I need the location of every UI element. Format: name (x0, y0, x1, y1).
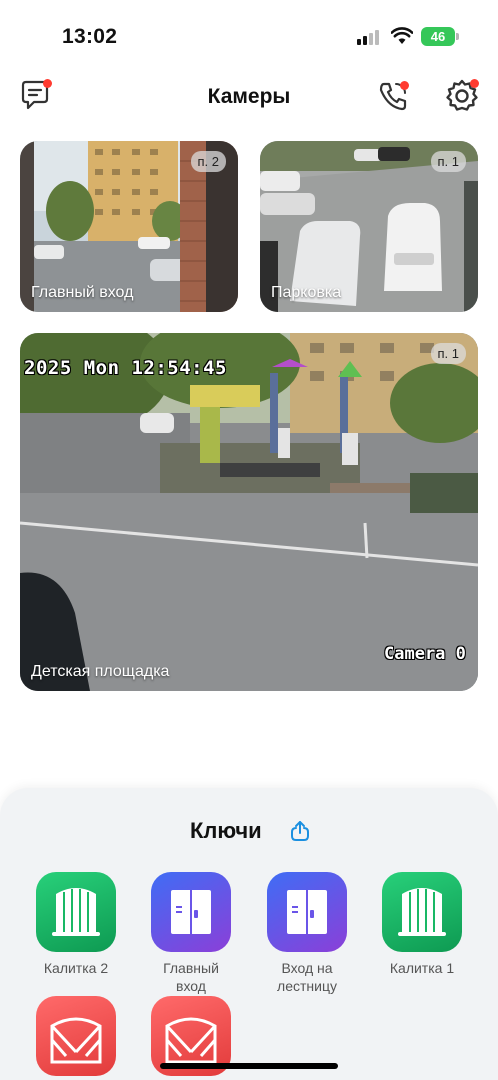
key-label: Вход на лестницу (277, 960, 337, 994)
share-icon[interactable] (289, 820, 311, 842)
keys-title: Ключи (190, 818, 262, 843)
header: Камеры (0, 72, 498, 122)
keys-panel: Ключи Калитка 2 Главный вход Вход на лес… (0, 788, 498, 1080)
status-bar: 13:02 46 (0, 0, 498, 70)
intercom-call-icon[interactable] (376, 78, 412, 114)
camera-name: Главный вход (31, 284, 134, 301)
key-button-gate-1[interactable]: Калитка 1 (372, 872, 472, 977)
camera-feed-image (20, 333, 478, 691)
entrance-number-badge: п. 1 (430, 151, 466, 172)
wifi-icon (391, 27, 413, 44)
notification-dot (470, 79, 479, 88)
battery-icon: 46 (421, 27, 459, 46)
camera-name: Детская площадка (31, 663, 170, 680)
door-icon (267, 872, 347, 952)
entrance-number-badge: п. 1 (430, 343, 466, 364)
key-label: Калитка 1 (389, 960, 455, 976)
camera-id-overlay: Camera 0 (384, 644, 466, 664)
key-button-barrier-1[interactable] (26, 996, 126, 1076)
key-label: Главный вход (163, 960, 219, 994)
status-time: 13:02 (62, 25, 118, 48)
camera-tile-main-entrance[interactable]: п. 2 Главный вход (20, 141, 238, 312)
gate-icon (36, 872, 116, 952)
gate-icon (382, 872, 462, 952)
key-button-main-entrance[interactable]: Главный вход (141, 872, 241, 995)
camera-timestamp-overlay: 2025 Mon 12:54:45 (24, 357, 227, 379)
barrier-gate-icon (36, 996, 116, 1076)
cellular-signal-icon (357, 29, 381, 45)
door-icon (151, 872, 231, 952)
notification-dot (400, 81, 409, 90)
key-button-stairway-entrance[interactable]: Вход на лестницу (257, 872, 357, 995)
camera-tile-parking[interactable]: п. 1 Парковка (260, 141, 478, 312)
camera-tile-playground[interactable]: 2025 Mon 12:54:45 Camera 0 п. 1 Детская … (20, 333, 478, 691)
settings-gear-icon[interactable] (444, 78, 480, 114)
page-title: Камеры (207, 85, 291, 108)
key-label: Калитка 2 (43, 960, 109, 976)
key-button-gate-2[interactable]: Калитка 2 (26, 872, 126, 977)
camera-name: Парковка (271, 284, 342, 301)
home-indicator[interactable] (160, 1063, 338, 1069)
entrance-number-badge: п. 2 (190, 151, 226, 172)
